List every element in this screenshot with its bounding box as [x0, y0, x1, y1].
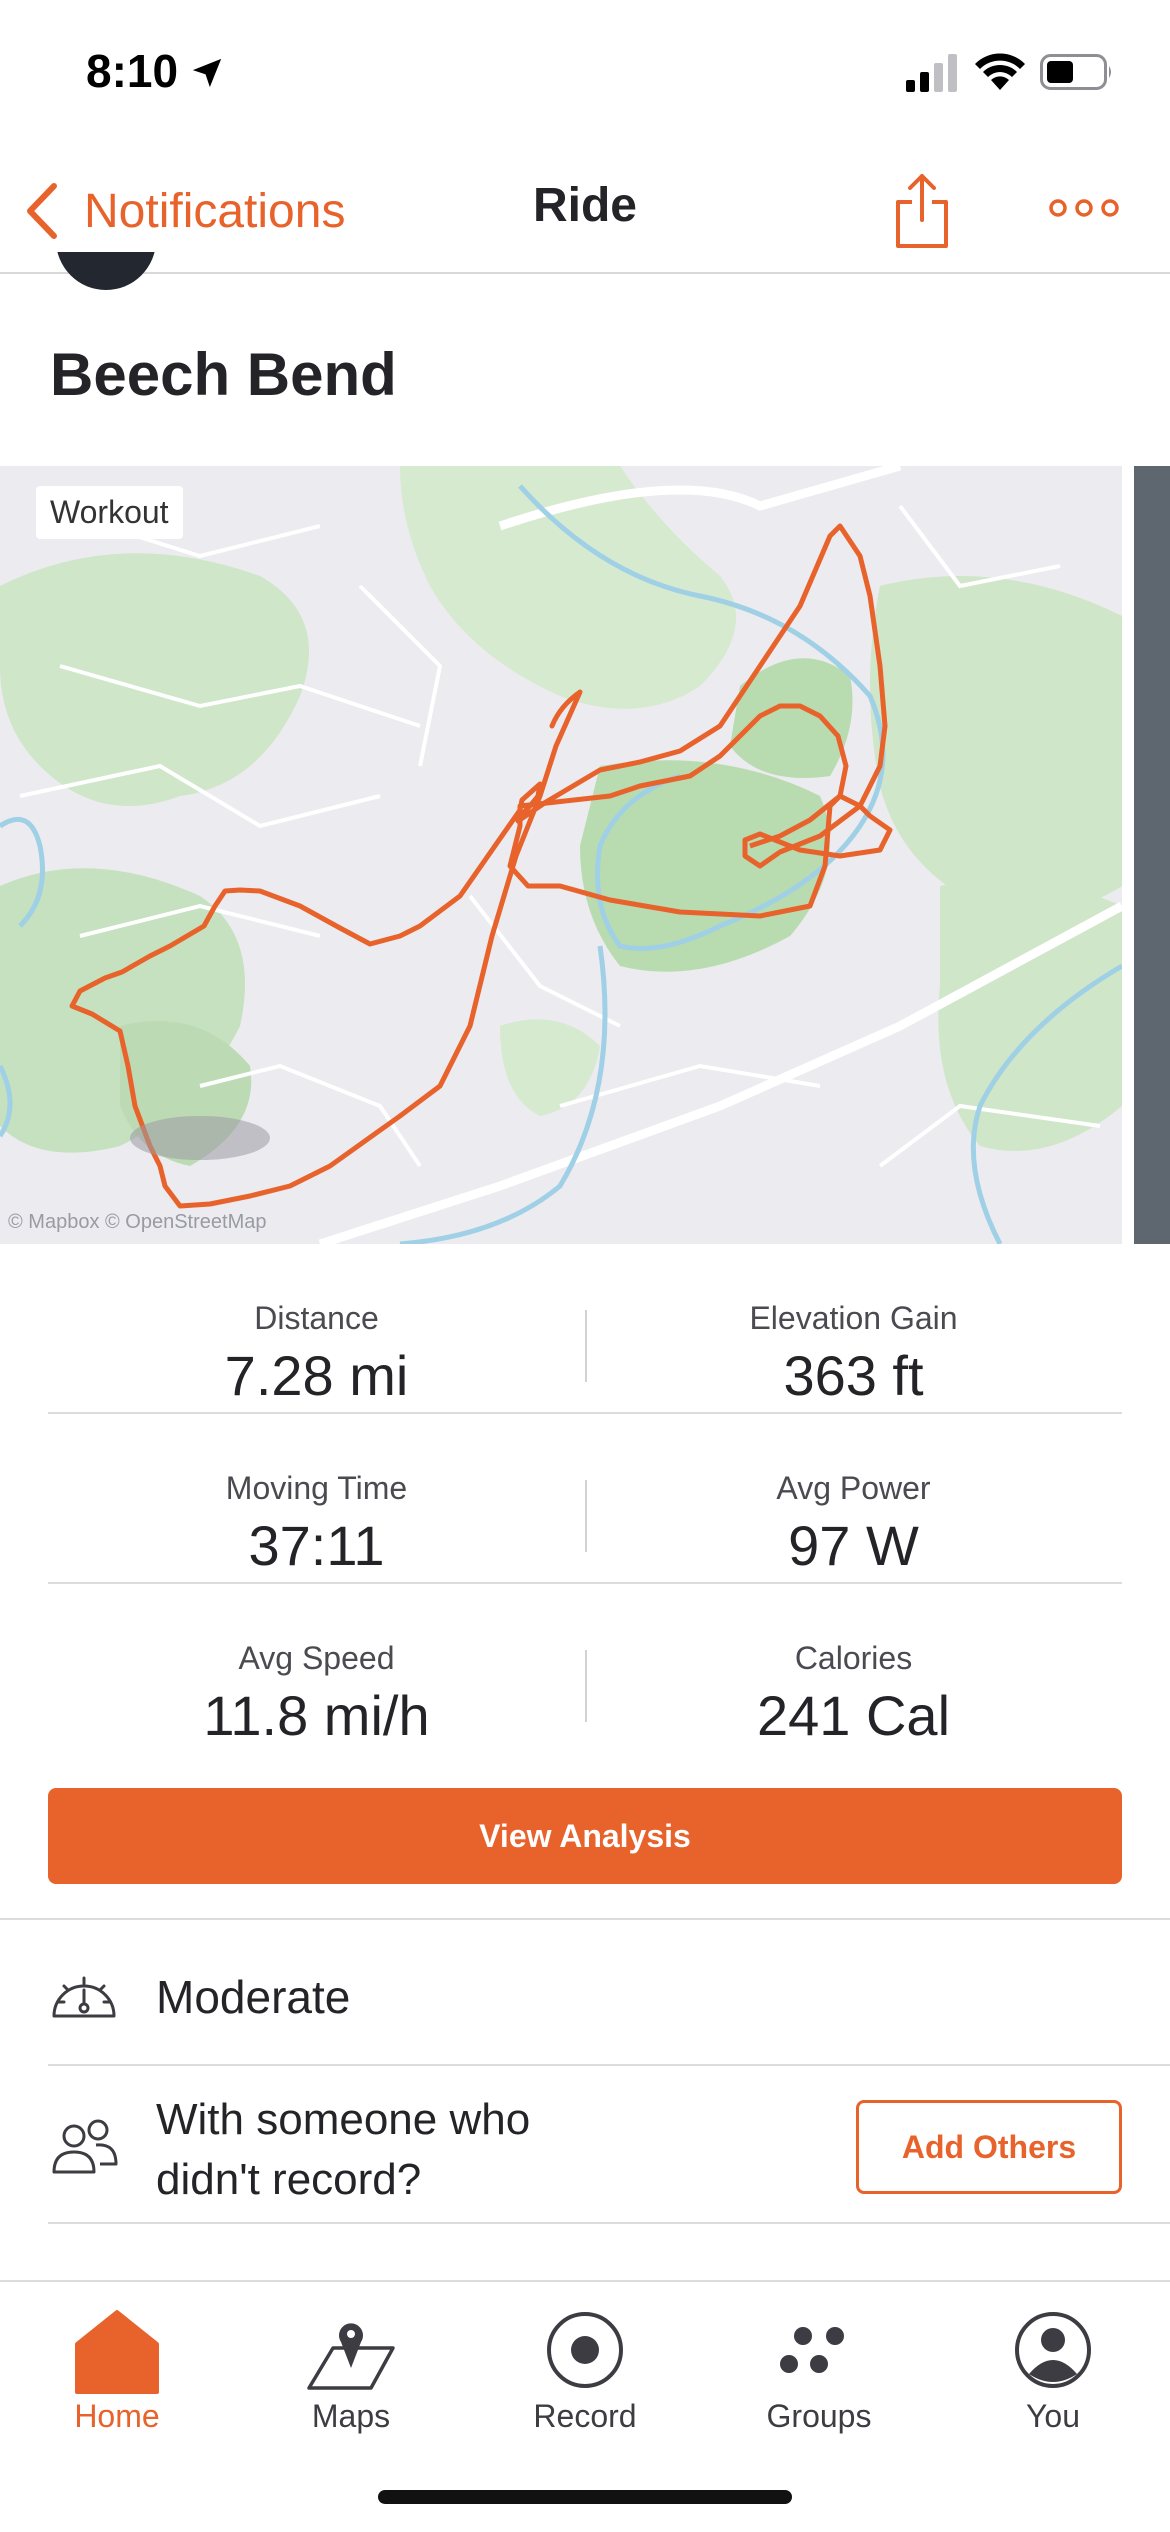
- stat-distance: Distance 7.28 mi: [48, 1244, 585, 1412]
- record-icon: [547, 2312, 623, 2388]
- stat-label: Avg Power: [776, 1470, 931, 1506]
- stat-row: Avg Speed 11.8 mi/h Calories 241 Cal: [48, 1584, 1122, 1754]
- stat-divider: [585, 1310, 587, 1382]
- home-icon: [75, 2310, 159, 2394]
- tab-record[interactable]: Record: [468, 2296, 702, 2446]
- tab-maps[interactable]: Maps: [234, 2296, 468, 2446]
- tab-label: You: [1026, 2398, 1080, 2434]
- stat-value: 363 ft: [783, 1344, 924, 1407]
- people-icon: [52, 2119, 118, 2174]
- cellular-signal-icon: [906, 54, 957, 92]
- stat-label: Calories: [794, 1640, 913, 1676]
- nav-header: Notifications Ride: [0, 150, 1170, 274]
- stat-calories: Calories 241 Cal: [585, 1584, 1122, 1754]
- more-icon[interactable]: [1048, 190, 1120, 226]
- photo-carousel-peek[interactable]: [1134, 466, 1170, 1244]
- groups-icon: [780, 2327, 844, 2373]
- home-indicator: [378, 2490, 792, 2504]
- stat-label: Distance: [254, 1300, 379, 1336]
- activity-title: Beech Bend: [50, 341, 397, 408]
- stat-divider: [585, 1650, 587, 1722]
- profile-icon: [1015, 2312, 1091, 2388]
- stat-value: 241 Cal: [756, 1684, 951, 1747]
- map-pin-icon: [307, 2323, 395, 2390]
- route-map[interactable]: Workout © Mapbox © OpenStreetMap: [0, 466, 1122, 1244]
- tab-label: Record: [533, 2398, 637, 2434]
- perceived-exertion-row[interactable]: Moderate: [0, 1920, 1170, 2066]
- location-arrow-icon: [192, 58, 222, 88]
- back-label: Notifications: [84, 184, 346, 238]
- stat-elevation-gain: Elevation Gain 363 ft: [585, 1244, 1122, 1412]
- stat-label: Moving Time: [225, 1470, 408, 1506]
- stat-row: Distance 7.28 mi Elevation Gain 363 ft: [48, 1244, 1122, 1414]
- status-bar: 8:10: [0, 0, 1170, 150]
- divider: [48, 2222, 1170, 2224]
- wifi-icon: [975, 53, 1025, 90]
- avatar[interactable]: [56, 252, 156, 290]
- stat-value: 7.28 mi: [224, 1344, 409, 1407]
- perceived-exertion-label: Moderate: [156, 1971, 351, 2023]
- view-analysis-button[interactable]: View Analysis: [48, 1788, 1122, 1884]
- stat-divider: [585, 1480, 587, 1552]
- tab-home[interactable]: Home: [0, 2296, 234, 2446]
- others-prompt: With someone who didn't record?: [156, 2090, 716, 2210]
- tab-you[interactable]: You: [936, 2296, 1170, 2446]
- map-attribution[interactable]: © Mapbox © OpenStreetMap: [8, 1211, 267, 1234]
- stat-avg-speed: Avg Speed 11.8 mi/h: [48, 1584, 585, 1754]
- others-prompt-line1: With someone who: [156, 2095, 531, 2144]
- stat-value: 97 W: [788, 1514, 919, 1577]
- back-button[interactable]: Notifications: [24, 176, 345, 246]
- share-icon[interactable]: [892, 170, 952, 250]
- others-prompt-line2: didn't record?: [156, 2155, 422, 2204]
- tab-label: Maps: [311, 2398, 391, 2434]
- status-time: 8:10: [86, 45, 179, 97]
- map-canvas: [0, 466, 1122, 1244]
- gauge-icon: [52, 1976, 116, 2018]
- tab-groups[interactable]: Groups: [702, 2296, 936, 2446]
- stat-row: Moving Time 37:11 Avg Power 97 W: [48, 1414, 1122, 1584]
- add-others-button[interactable]: Add Others: [856, 2100, 1122, 2194]
- stat-value: 37:11: [248, 1514, 385, 1577]
- chevron-left-icon: [27, 183, 57, 239]
- tab-label: Home: [74, 2398, 160, 2434]
- stats-grid: Distance 7.28 mi Elevation Gain 363 ft M…: [48, 1244, 1122, 1754]
- battery-icon: [1040, 54, 1111, 90]
- tab-label: Groups: [766, 2398, 872, 2434]
- stat-label: Elevation Gain: [749, 1300, 958, 1336]
- stat-avg-power: Avg Power 97 W: [585, 1414, 1122, 1582]
- stat-value: 11.8 mi/h: [203, 1684, 430, 1747]
- add-others-row: With someone who didn't record? Add Othe…: [0, 2066, 1170, 2224]
- workout-badge: Workout: [36, 486, 183, 539]
- stat-moving-time: Moving Time 37:11: [48, 1414, 585, 1582]
- stat-label: Avg Speed: [238, 1640, 395, 1676]
